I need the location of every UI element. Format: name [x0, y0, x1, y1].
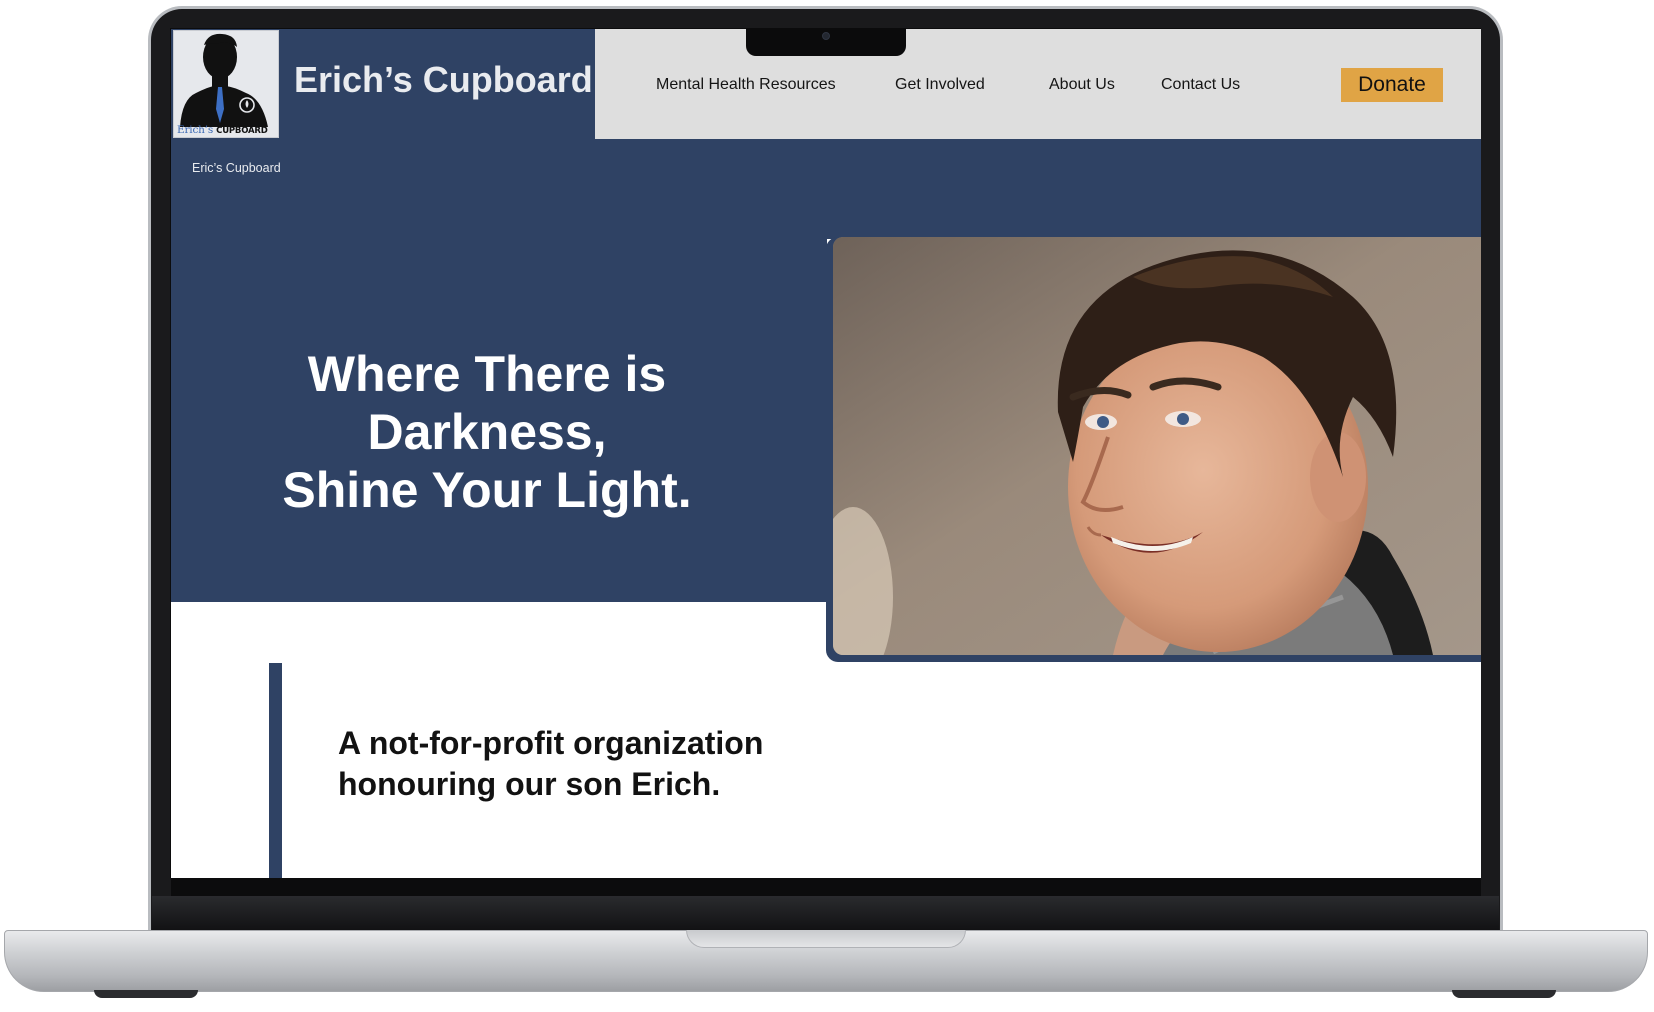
site-name[interactable]: Erich’s Cupboard	[294, 59, 593, 101]
nav-item-mental-health-resources[interactable]: Mental Health Resources	[656, 76, 836, 94]
logo-caption: Erich’s CUPBOARD	[177, 124, 268, 136]
laptop-hinge	[152, 896, 1499, 930]
laptop-foot-right	[1452, 990, 1556, 998]
brand-header: Erich’s CUPBOARD Erich’s Cupboard	[171, 29, 595, 139]
hero-headline-line1: Where There is Darkness,	[307, 346, 667, 460]
laptop-foot-left	[94, 990, 198, 998]
breadcrumb[interactable]: Eric’s Cupboard	[192, 161, 281, 175]
camera-icon	[822, 32, 830, 40]
logo-caption-script: Erich’s	[177, 124, 214, 136]
hero-portrait-photo	[833, 237, 1481, 655]
hero-headline: Where There is Darkness, Shine Your Ligh…	[187, 345, 787, 519]
hero-headline-line2: Shine Your Light.	[282, 462, 692, 518]
logo-caption-bold: CUPBOARD	[216, 126, 268, 136]
laptop-mockup: Erich’s CUPBOARD Erich’s Cupboard Mental…	[0, 0, 1654, 1012]
hero-band	[171, 139, 1481, 239]
main-navigation: Mental Health Resources Get Involved Abo…	[595, 29, 1481, 139]
screen-bottom-bezel	[171, 878, 1481, 896]
intro-accent-bar	[269, 663, 282, 878]
site-logo[interactable]: Erich’s CUPBOARD	[173, 30, 279, 138]
website-screen: Erich’s CUPBOARD Erich’s Cupboard Mental…	[171, 29, 1481, 878]
camera-notch	[746, 28, 906, 56]
nav-item-about-us[interactable]: About Us	[1049, 76, 1115, 94]
portrait-photo-icon	[833, 237, 1481, 655]
intro-line1: A not-for-profit organization	[338, 725, 764, 761]
intro-tagline: A not-for-profit organization honouring …	[338, 723, 898, 805]
donate-button[interactable]: Donate	[1341, 68, 1443, 102]
intro-line2: honouring our son Erich.	[338, 766, 721, 802]
nav-item-get-involved[interactable]: Get Involved	[895, 76, 985, 94]
nav-item-contact-us[interactable]: Contact Us	[1161, 76, 1240, 94]
laptop-opening-notch	[686, 930, 966, 948]
silhouette-candle-logo-icon	[174, 31, 278, 137]
